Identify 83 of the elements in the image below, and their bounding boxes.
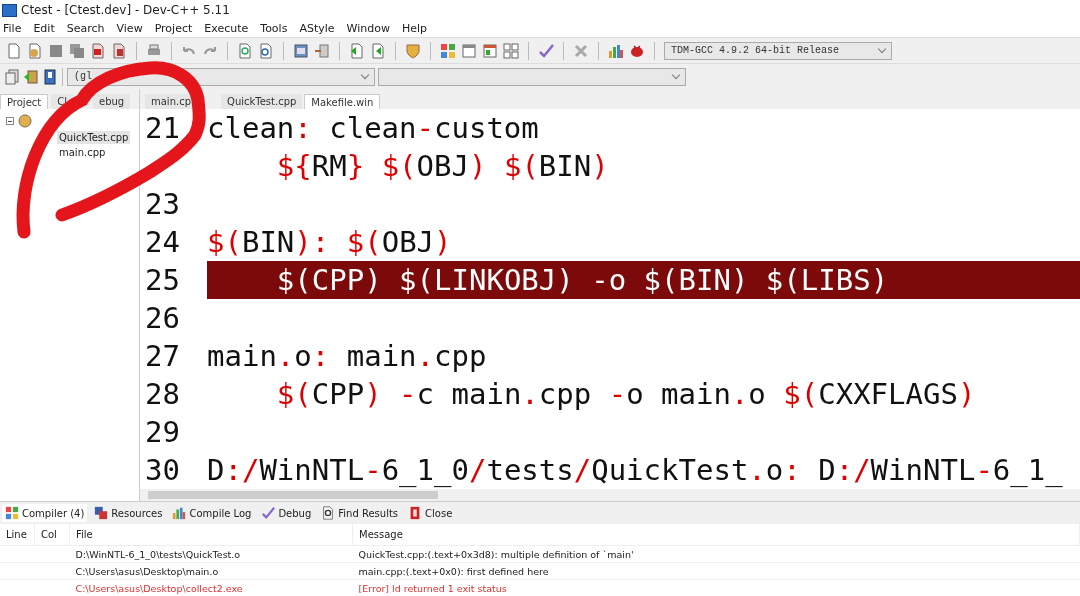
new-file-icon[interactable] [6, 42, 22, 59]
menu-item[interactable]: Help [401, 22, 427, 35]
menu-item[interactable]: Tools [260, 22, 288, 35]
project-icon[interactable] [17, 113, 33, 129]
window-icon[interactable] [461, 42, 477, 59]
panel-tab[interactable]: Close [405, 504, 456, 522]
line-number: 26 [144, 301, 181, 335]
import-icon[interactable] [23, 68, 39, 85]
line-number: 25 [144, 263, 181, 297]
shield-icon[interactable] [405, 42, 421, 59]
column-header[interactable]: Col [34, 524, 70, 546]
close-file-icon[interactable] [90, 42, 106, 59]
close-all-icon[interactable] [111, 42, 127, 59]
code-line: $(BIN): $(OBJ) [207, 224, 453, 261]
bookmark-icon[interactable] [42, 68, 58, 85]
line-number: 24 [144, 225, 181, 259]
import-icon[interactable] [349, 42, 365, 59]
open-file-icon[interactable] [27, 42, 43, 59]
search-replace-icon[interactable] [258, 42, 274, 59]
scrollbar-thumb[interactable] [148, 491, 438, 499]
code-line: clean: clean-custom [207, 110, 540, 147]
app-icon [2, 3, 17, 17]
grid-icon [5, 506, 19, 520]
insert-icon[interactable] [314, 42, 330, 59]
editor-tab[interactable]: Makefile.win [304, 94, 381, 109]
tree-item[interactable]: main.cpp [57, 146, 108, 159]
column-header[interactable]: File [69, 524, 353, 546]
panel-tab[interactable]: Project [0, 94, 49, 109]
save-icon[interactable] [48, 42, 64, 59]
tree-item[interactable]: QuickTest.cpp [57, 131, 131, 144]
search-icon[interactable] [237, 42, 253, 59]
save-all-icon[interactable] [69, 42, 85, 59]
line-number: 30 [144, 453, 181, 487]
bar-chart-icon[interactable] [608, 42, 624, 59]
menu-item[interactable]: AStyle [299, 22, 335, 35]
cross-icon[interactable] [573, 42, 589, 59]
menu-item[interactable]: Window [346, 22, 390, 35]
bar-chart-icon [172, 506, 187, 520]
bug-icon[interactable] [629, 42, 645, 59]
code-line: ${RM} $(OBJ) $(BIN) [275, 148, 610, 185]
editor-tab[interactable]: QuickTest.cpp [221, 94, 303, 109]
panel-tab[interactable]: Find Results [318, 504, 402, 522]
collapse-toggle[interactable] [6, 117, 14, 125]
check-icon [261, 506, 276, 520]
compiler-select[interactable]: TDM-GCC 4.9.2 64-bit Release [664, 41, 892, 60]
window-icon[interactable] [482, 42, 498, 59]
grid-icon[interactable] [440, 42, 456, 59]
panel-tab[interactable]: Compile Log [169, 504, 255, 522]
line-number: 21 [144, 111, 181, 145]
code-line: $(CPP) -c main.cpp -o main.o $(CXXFLAGS) [275, 376, 977, 413]
function-select[interactable] [378, 67, 686, 86]
panel-tab[interactable]: Resources [91, 504, 166, 522]
column-header[interactable]: Message [352, 524, 1080, 546]
table-cell: C:\Users\asus\Desktop\main.o [69, 562, 353, 580]
menu-item[interactable]: File [3, 22, 22, 35]
line-number: 23 [144, 187, 181, 221]
window-title: Ctest - [Ctest.dev] - Dev-C++ 5.11 [21, 3, 230, 17]
check-icon[interactable] [538, 42, 554, 59]
column-header[interactable]: Line [0, 524, 35, 546]
menu-item[interactable]: Edit [33, 22, 55, 35]
menu-item[interactable]: Search [66, 22, 105, 35]
table-cell: [Error] ld returned 1 exit status [352, 579, 1080, 596]
export-icon[interactable] [370, 42, 386, 59]
window-icon[interactable] [293, 42, 309, 59]
line-number: 27 [144, 339, 181, 373]
table-cell: D:\WinNTL-6_1_0\tests\QuickTest.o [69, 545, 353, 563]
menu-item[interactable]: Execute [204, 22, 249, 35]
layers-icon [94, 506, 109, 520]
menu-item[interactable]: View [116, 22, 143, 35]
search-icon [321, 506, 336, 520]
document-icon[interactable] [4, 68, 20, 85]
grid-icon[interactable] [503, 42, 519, 59]
code-line: main.o: main.cpp [207, 338, 488, 375]
table-cell: main.cpp:(.text+0x0): first defined here [352, 562, 1080, 580]
table-cell: C:\Users\asus\Desktop\collect2.exe [69, 579, 353, 596]
line-number: 28 [144, 377, 181, 411]
menu-item[interactable]: Project [154, 22, 193, 35]
panel-tab[interactable]: ebug [93, 94, 131, 109]
panel-tab[interactable]: Compiler (4) [2, 504, 88, 522]
line-number: 29 [144, 415, 181, 449]
table-cell: QuickTest.cpp:(.text+0x3d8): multiple definition of `main' [352, 545, 1080, 563]
panel-tab[interactable]: Debug [258, 504, 315, 522]
code-line: D:/WinNTL-6_1_0/tests/QuickTest.o: D:/WinNTL-6_1_ [207, 452, 1064, 489]
